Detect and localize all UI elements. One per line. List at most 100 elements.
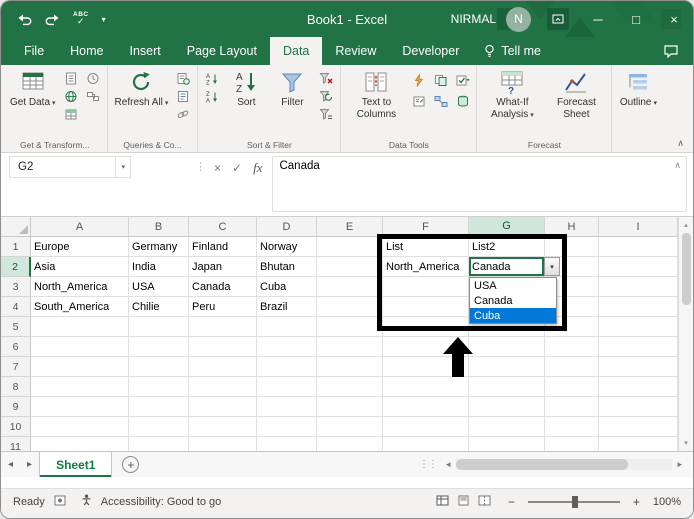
cell-G9[interactable] xyxy=(469,397,545,417)
sort-button[interactable]: A Z Sort xyxy=(223,66,269,109)
cell-E7[interactable] xyxy=(317,357,383,377)
reapply-filter-icon[interactable] xyxy=(317,89,335,103)
cell-E11[interactable] xyxy=(317,437,383,451)
cell-D5[interactable] xyxy=(257,317,317,337)
cell-E10[interactable] xyxy=(317,417,383,437)
cell-F11[interactable] xyxy=(383,437,469,451)
cell-A9[interactable] xyxy=(31,397,129,417)
comment-icon[interactable] xyxy=(663,44,679,58)
cell-E4[interactable] xyxy=(317,297,383,317)
cell-I9[interactable] xyxy=(599,397,678,417)
cell-A6[interactable] xyxy=(31,337,129,357)
get-data-button[interactable]: Get Data ▾ xyxy=(6,66,60,109)
normal-view-icon[interactable] xyxy=(436,495,449,509)
cell-A3[interactable]: North_America xyxy=(31,277,129,297)
cell-H8[interactable] xyxy=(545,377,599,397)
zoom-in-icon[interactable]: + xyxy=(633,495,640,509)
cell-E3[interactable] xyxy=(317,277,383,297)
cell-A4[interactable]: South_America xyxy=(31,297,129,317)
row-header-4[interactable]: 4 xyxy=(1,297,31,317)
cell-I11[interactable] xyxy=(599,437,678,451)
cell-C1[interactable]: Finland xyxy=(189,237,257,257)
tab-review[interactable]: Review xyxy=(322,37,389,65)
cell-I10[interactable] xyxy=(599,417,678,437)
column-header-A[interactable]: A xyxy=(31,217,129,237)
zoom-out-icon[interactable]: − xyxy=(508,495,515,509)
cell-D7[interactable] xyxy=(257,357,317,377)
tab-file[interactable]: File xyxy=(11,37,57,65)
accessibility-status[interactable]: Accessibility: Good to go xyxy=(101,496,221,508)
ribbon-display-options-icon[interactable] xyxy=(547,8,569,30)
cell-I7[interactable] xyxy=(599,357,678,377)
cell-F8[interactable] xyxy=(383,377,469,397)
cell-A8[interactable] xyxy=(31,377,129,397)
row-header-5[interactable]: 5 xyxy=(1,317,31,337)
cell-C7[interactable] xyxy=(189,357,257,377)
what-if-analysis-button[interactable]: ? What-If Analysis ▾ xyxy=(480,66,544,121)
page-break-view-icon[interactable] xyxy=(478,495,491,509)
name-box-dropdown-icon[interactable]: ▾ xyxy=(115,157,130,177)
customize-quick-access-icon[interactable]: ▾ xyxy=(102,15,106,24)
tell-me-box[interactable]: Tell me xyxy=(472,37,553,65)
zoom-slider[interactable] xyxy=(527,495,620,508)
advanced-filter-icon[interactable] xyxy=(317,107,335,121)
formula-bar-divider[interactable]: ⋮ xyxy=(195,156,214,173)
edit-links-icon[interactable] xyxy=(174,107,192,121)
text-to-columns-button[interactable]: Text to Columns xyxy=(344,66,408,121)
macro-record-icon[interactable] xyxy=(54,495,66,509)
cell-D11[interactable] xyxy=(257,437,317,451)
row-header-11[interactable]: 11 xyxy=(1,437,31,451)
cell-D8[interactable] xyxy=(257,377,317,397)
undo-icon[interactable] xyxy=(17,13,32,26)
cell-A10[interactable] xyxy=(31,417,129,437)
cell-H9[interactable] xyxy=(545,397,599,417)
tab-insert[interactable]: Insert xyxy=(117,37,174,65)
row-header-10[interactable]: 10 xyxy=(1,417,31,437)
cell-B9[interactable] xyxy=(129,397,189,417)
cell-I1[interactable] xyxy=(599,237,678,257)
row-header-2[interactable]: 2 xyxy=(1,257,31,277)
page-layout-view-icon[interactable] xyxy=(457,495,470,509)
cell-A1[interactable]: Europe xyxy=(31,237,129,257)
formula-bar-collapse-icon[interactable]: ∧ xyxy=(674,160,681,171)
remove-duplicates-icon[interactable] xyxy=(432,73,450,87)
zoom-level[interactable]: 100% xyxy=(653,496,681,508)
cell-D4[interactable]: Brazil xyxy=(257,297,317,317)
select-all-corner[interactable] xyxy=(1,217,31,237)
cell-B1[interactable]: Germany xyxy=(129,237,189,257)
cell-B7[interactable] xyxy=(129,357,189,377)
from-text-csv-icon[interactable] xyxy=(62,71,80,85)
name-box[interactable]: G2 ▾ xyxy=(9,156,131,178)
cell-G8[interactable] xyxy=(469,377,545,397)
spelling-check-icon[interactable]: ABC ✓ xyxy=(73,11,89,27)
cell-B4[interactable]: Chilie xyxy=(129,297,189,317)
row-header-8[interactable]: 8 xyxy=(1,377,31,397)
column-header-D[interactable]: D xyxy=(257,217,317,237)
cell-A5[interactable] xyxy=(31,317,129,337)
refresh-all-button[interactable]: Refresh All ▾ xyxy=(111,66,173,109)
cell-A7[interactable] xyxy=(31,357,129,377)
user-name[interactable]: NIRMAL xyxy=(451,12,496,26)
clear-filter-icon[interactable] xyxy=(317,71,335,85)
tab-page-layout[interactable]: Page Layout xyxy=(174,37,270,65)
redo-icon[interactable] xyxy=(45,13,60,26)
row-header-3[interactable]: 3 xyxy=(1,277,31,297)
forecast-sheet-button[interactable]: Forecast Sheet xyxy=(544,66,608,121)
cell-I3[interactable] xyxy=(599,277,678,297)
cell-B6[interactable] xyxy=(129,337,189,357)
existing-connections-icon[interactable] xyxy=(84,89,102,103)
accessibility-icon[interactable] xyxy=(81,494,92,509)
maximize-button[interactable]: □ xyxy=(617,1,655,37)
cell-H6[interactable] xyxy=(545,337,599,357)
sort-za-icon[interactable]: ZA xyxy=(203,89,221,103)
scroll-right-icon[interactable]: ▸ xyxy=(672,459,687,470)
cell-C2[interactable]: Japan xyxy=(189,257,257,277)
cell-A2[interactable]: Asia xyxy=(31,257,129,277)
column-header-I[interactable]: I xyxy=(599,217,678,237)
cell-C11[interactable] xyxy=(189,437,257,451)
vertical-scrollbar[interactable]: ▴ ▾ xyxy=(678,217,693,451)
queries-connections-icon[interactable] xyxy=(174,71,192,85)
avatar[interactable]: N xyxy=(506,6,531,32)
cell-C9[interactable] xyxy=(189,397,257,417)
scroll-down-icon[interactable]: ▾ xyxy=(684,435,688,451)
